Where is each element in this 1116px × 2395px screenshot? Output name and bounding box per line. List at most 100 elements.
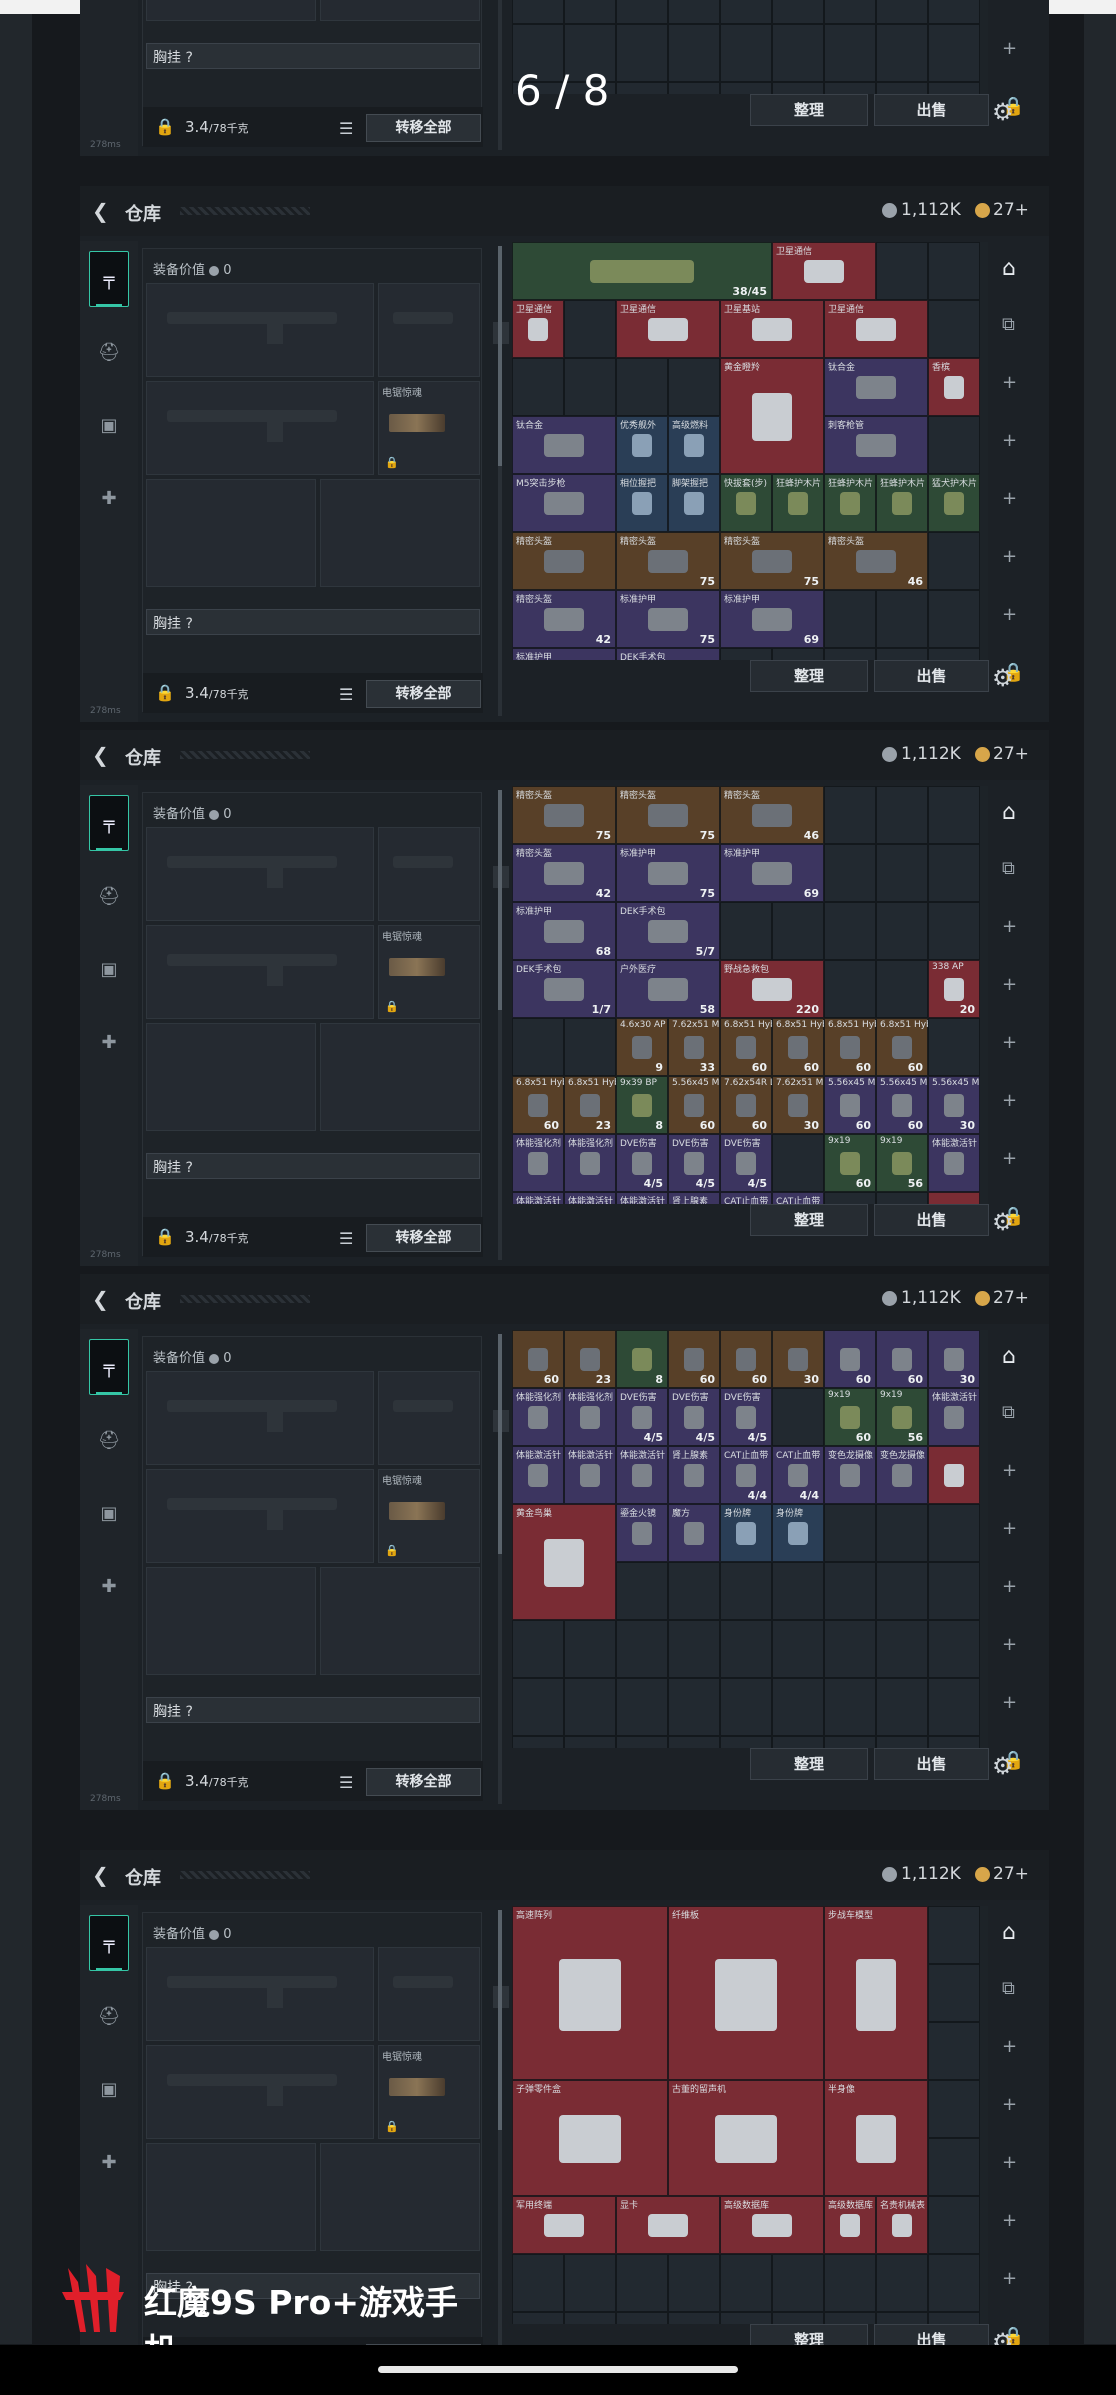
empty-slot[interactable] [512,1018,564,1076]
empty-slot[interactable] [824,82,876,94]
inventory-item[interactable]: DVE伤害 4/5 [616,1134,668,1192]
medkit-icon[interactable]: ✚ [89,2134,129,2190]
inventory-item[interactable]: 精密头盔 75 [616,532,720,590]
empty-slot[interactable] [772,902,824,960]
inventory-item[interactable]: 身份牌 [772,1504,824,1562]
inventory-item[interactable]: 30 [928,1330,980,1388]
empty-slot[interactable] [824,1736,876,1748]
empty-slot[interactable] [928,2022,980,2080]
plus-icon[interactable]: + [1002,1692,1017,1713]
empty-slot[interactable] [876,0,928,24]
inventory-item[interactable]: DEK手术包 [616,648,720,660]
empty-slot[interactable] [564,300,616,358]
empty-slot[interactable] [668,1736,720,1748]
empty-slot[interactable] [668,2312,720,2324]
inventory-item[interactable]: DEK手术包 5/7 [616,902,720,960]
plus-icon[interactable]: + [1002,2094,1017,2115]
empty-slot[interactable] [928,844,980,902]
empty-slot[interactable] [668,0,720,24]
helmet-slot[interactable] [146,2143,316,2251]
plus-icon[interactable]: + [1002,488,1017,509]
helmet-slot[interactable] [146,1023,316,1131]
transfer-all-button[interactable]: 转移全部 [366,680,481,708]
empty-slot[interactable] [928,300,980,358]
inventory-item[interactable]: 高级燃料 [668,416,720,474]
inventory-item[interactable]: DVE伤害 4/5 [616,1388,668,1446]
chest-rig-slot[interactable]: 胸挂 ? [146,43,480,69]
empty-slot[interactable] [928,1964,980,2022]
empty-slot[interactable] [616,1620,668,1678]
plus-icon[interactable]: + [1002,2268,1017,2289]
empty-slot[interactable] [876,1678,928,1736]
inventory-item[interactable]: 60 [876,1330,928,1388]
plus-icon[interactable]: + [1002,1518,1017,1539]
empty-slot[interactable] [668,1620,720,1678]
empty-slot[interactable] [772,648,824,660]
empty-slot[interactable] [824,0,876,24]
empty-slot[interactable] [772,1388,824,1446]
empty-slot[interactable] [668,1562,720,1620]
sell-button[interactable]: 出售 [874,94,989,126]
inventory-item[interactable]: 标准护甲 75 [616,590,720,648]
inventory-item[interactable]: 军用终端 [512,2196,616,2254]
empty-slot[interactable] [928,1504,980,1562]
empty-slot[interactable] [928,0,980,24]
chest-rig-slot[interactable]: 胸挂 ? [146,609,480,635]
empty-slot[interactable] [876,1562,928,1620]
inventory-item[interactable]: 古董的留声机 [668,2080,824,2196]
inventory-item[interactable]: 黄金鸟巢 [512,1504,616,1620]
empty-slot[interactable] [824,844,876,902]
inventory-item[interactable]: 9x19 56 [876,1134,928,1192]
empty-slot[interactable] [720,2254,772,2312]
empty-slot[interactable] [564,2254,616,2312]
inventory-item[interactable]: DVE伤害 4/5 [668,1134,720,1192]
inventory-item[interactable]: 5.56x45 M855 60 [668,1076,720,1134]
empty-slot[interactable] [616,1736,668,1748]
storage-icon[interactable]: ⌂ [1002,1344,1016,1369]
inventory-item[interactable]: 显卡 [616,2196,720,2254]
scrollbar-thumb[interactable] [498,790,502,1010]
inventory-item[interactable]: 标准护甲 68 [512,902,616,960]
empty-slot[interactable] [824,786,876,844]
helmet-icon[interactable]: ⛑ [89,1412,129,1468]
sort-button[interactable]: 整理 [750,660,868,692]
empty-slot[interactable] [824,590,876,648]
inventory-item[interactable] [928,1192,980,1204]
inventory-item[interactable]: 卫星通信 [772,242,876,300]
back-arrow-icon[interactable]: ❮ [92,1863,109,1887]
inventory-item[interactable]: 8 [616,1330,668,1388]
empty-slot[interactable] [668,358,720,416]
empty-slot[interactable] [720,1678,772,1736]
empty-slot[interactable] [928,1562,980,1620]
list-icon[interactable]: ☰ [339,119,353,138]
empty-slot[interactable] [616,0,668,24]
inventory-item[interactable]: 7.62x51 M80 33 [668,1018,720,1076]
inventory-item[interactable]: CAT止血带4/4 [772,1192,824,1204]
empty-slot[interactable] [772,82,824,94]
inventory-item[interactable]: 30 [772,1330,824,1388]
inventory-item[interactable]: 半身像 [824,2080,928,2196]
inventory-item[interactable]: 高速阵列 [512,1906,668,2080]
inventory-item[interactable]: M5突击步枪 [512,474,616,532]
sort-icon[interactable]: ⧉ [1002,1402,1015,1423]
sort-icon[interactable]: ⧉ [1002,314,1015,335]
inventory-item[interactable]: 高级数据库 [824,2196,876,2254]
primary-weapon-slot[interactable] [146,1947,374,2041]
empty-slot[interactable] [824,648,876,660]
empty-slot[interactable] [720,1620,772,1678]
inventory-item[interactable]: 6.8x51 Hybrid 60 [876,1018,928,1076]
empty-slot[interactable] [876,1192,928,1204]
list-icon[interactable]: ☰ [339,1229,353,1248]
empty-slot[interactable] [720,1736,772,1748]
empty-slot[interactable] [772,1134,824,1192]
armor-slot[interactable] [320,1567,480,1675]
inventory-item[interactable]: 60 [720,1330,772,1388]
inventory-item[interactable]: 5.56x45 M855A1 60 [876,1076,928,1134]
inventory-item[interactable]: 精密头盔 75 [720,532,824,590]
inventory-item[interactable]: 快拔套(步) [720,474,772,532]
scrollbar-track[interactable] [498,0,502,150]
inventory-item[interactable]: 精密头盔 42 [512,844,616,902]
inventory-item[interactable]: 6.8x51 Hybrid 60 [824,1018,876,1076]
inventory-item[interactable]: 猛犬护木片 [928,474,980,532]
inventory-item[interactable]: 6.8x51 Hybrid 60 [772,1018,824,1076]
